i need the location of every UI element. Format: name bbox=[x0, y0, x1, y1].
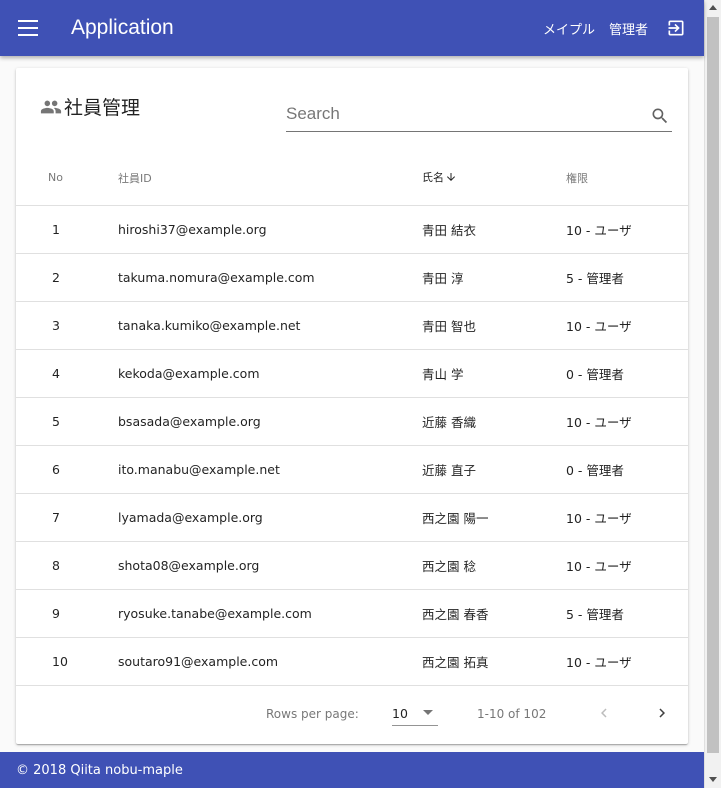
search-input[interactable] bbox=[286, 98, 636, 130]
cell-employee-id: shota08@example.org bbox=[118, 541, 422, 590]
page-title: 社員管理 bbox=[64, 97, 141, 119]
scroll-down-icon[interactable] bbox=[709, 777, 717, 782]
header-name-label: 氏名 bbox=[422, 171, 444, 185]
cell-employee-id: ryosuke.tanabe@example.com bbox=[118, 589, 422, 638]
arrow-down-icon bbox=[445, 171, 457, 186]
nav-admin-link[interactable]: 管理者 bbox=[609, 19, 648, 38]
menu-button[interactable] bbox=[0, 0, 56, 56]
page-range: 1-10 of 102 bbox=[477, 707, 547, 721]
cell-role: 5 - 管理者 bbox=[566, 253, 688, 302]
page-footer: © 2018 Qiita nobu-maple bbox=[0, 752, 704, 788]
pagination: Rows per page: 10 1-10 of 102 bbox=[16, 686, 688, 742]
table-row[interactable]: 6 ito.manabu@example.net 近藤 直子 0 - 管理者 bbox=[16, 445, 688, 494]
header-role[interactable]: 権限 bbox=[566, 151, 688, 206]
cell-employee-id: kekoda@example.com bbox=[118, 349, 422, 398]
logout-icon bbox=[668, 20, 684, 36]
scroll-thumb[interactable] bbox=[707, 17, 719, 753]
cell-name: 西之園 陽一 bbox=[422, 493, 566, 542]
cell-no: 6 bbox=[16, 445, 118, 494]
cell-role: 10 - ユーザ bbox=[566, 541, 688, 590]
cell-employee-id: hiroshi37@example.org bbox=[118, 205, 422, 254]
cell-employee-id: tanaka.kumiko@example.net bbox=[118, 301, 422, 350]
employee-card: 社員管理 No 社員ID 氏名 権限 1hiroshi37@example.or… bbox=[16, 68, 688, 744]
cell-role: 0 - 管理者 bbox=[566, 445, 688, 494]
cell-name: 西之園 拓真 bbox=[422, 637, 566, 686]
cell-no: 1 bbox=[16, 205, 118, 254]
search-field bbox=[286, 98, 672, 132]
cell-no: 3 bbox=[16, 301, 118, 350]
cell-employee-id: takuma.nomura@example.com bbox=[118, 253, 422, 302]
table-header-row: No 社員ID 氏名 権限 bbox=[16, 151, 688, 206]
cell-role: 10 - ユーザ bbox=[566, 301, 688, 350]
cell-no: 10 bbox=[16, 637, 118, 686]
table-row[interactable]: 9 ryosuke.tanabe@example.com 西之園 春香 5 - 管理者 bbox=[16, 589, 688, 638]
cell-role: 5 - 管理者 bbox=[566, 589, 688, 638]
cell-name: 青田 結衣 bbox=[422, 205, 566, 254]
search-icon[interactable] bbox=[650, 106, 670, 130]
cell-name: 西之園 稔 bbox=[422, 541, 566, 590]
cell-no: 2 bbox=[16, 253, 118, 302]
table-row[interactable]: 10 soutaro91@example.com 西之園 拓真 10 - ユーザ bbox=[16, 637, 688, 686]
header-no[interactable]: No bbox=[16, 151, 118, 206]
rows-per-page-label: Rows per page: bbox=[266, 707, 359, 721]
people-icon bbox=[40, 96, 62, 118]
header-id[interactable]: 社員ID bbox=[118, 151, 422, 206]
scroll-up-icon[interactable] bbox=[709, 5, 717, 10]
cell-no: 7 bbox=[16, 493, 118, 542]
cell-role: 10 - ユーザ bbox=[566, 205, 688, 254]
cell-role: 10 - ユーザ bbox=[566, 637, 688, 686]
cell-name: 青田 淳 bbox=[422, 253, 566, 302]
table-row[interactable]: 5 bsasada@example.org 近藤 香織 10 - ユーザ bbox=[16, 397, 688, 446]
cell-employee-id: lyamada@example.org bbox=[118, 493, 422, 542]
header-name[interactable]: 氏名 bbox=[422, 151, 566, 206]
table-row[interactable]: 1 hiroshi37@example.org 青田 結衣 10 - ユーザ bbox=[16, 205, 688, 254]
app-bar: Application メイプル 管理者 bbox=[0, 0, 704, 56]
cell-no: 4 bbox=[16, 349, 118, 398]
header-id-label: 社員ID bbox=[118, 171, 152, 185]
cell-role: 10 - ユーザ bbox=[566, 397, 688, 446]
cell-no: 9 bbox=[16, 589, 118, 638]
cell-name: 近藤 香織 bbox=[422, 397, 566, 446]
cell-name: 近藤 直子 bbox=[422, 445, 566, 494]
card-title: 社員管理 bbox=[40, 93, 140, 120]
copyright-text: © 2018 Qiita nobu-maple bbox=[16, 762, 183, 778]
dropdown-arrow-icon bbox=[423, 710, 433, 715]
rows-per-page-value: 10 bbox=[392, 706, 408, 721]
table-row[interactable]: 8 shota08@example.org 西之園 稔 10 - ユーザ bbox=[16, 541, 688, 590]
cell-name: 西之園 春香 bbox=[422, 589, 566, 638]
chevron-left-icon bbox=[601, 708, 607, 718]
previous-page-button[interactable] bbox=[591, 700, 617, 726]
cell-employee-id: ito.manabu@example.net bbox=[118, 445, 422, 494]
rows-per-page-select[interactable]: 10 bbox=[392, 698, 438, 726]
cell-name: 青田 智也 bbox=[422, 301, 566, 350]
cell-name: 青山 学 bbox=[422, 349, 566, 398]
logout-button[interactable] bbox=[662, 14, 690, 42]
cell-role: 0 - 管理者 bbox=[566, 349, 688, 398]
cell-employee-id: bsasada@example.org bbox=[118, 397, 422, 446]
table-row[interactable]: 4 kekoda@example.com 青山 学0 - 管理者 bbox=[16, 349, 688, 398]
cell-no: 8 bbox=[16, 541, 118, 590]
header-role-label: 権限 bbox=[566, 171, 588, 185]
cell-role: 10 - ユーザ bbox=[566, 493, 688, 542]
cell-employee-id: soutaro91@example.com bbox=[118, 637, 422, 686]
cell-no: 5 bbox=[16, 397, 118, 446]
table-row[interactable]: 7 lyamada@example.org 西之園 陽一 10 - ユーザ bbox=[16, 493, 688, 542]
scrollbar[interactable] bbox=[704, 0, 721, 788]
nav-maple-link[interactable]: メイプル bbox=[543, 19, 595, 38]
chevron-right-icon bbox=[659, 708, 665, 718]
header-no-label: No bbox=[48, 171, 63, 185]
menu-icon bbox=[18, 20, 38, 36]
employee-table: No 社員ID 氏名 権限 1 hiroshi37@example.org 青田 結… bbox=[16, 151, 688, 686]
table-row[interactable]: 3 tanaka.kumiko@example.net 青田 智也 10 - ユーザ bbox=[16, 301, 688, 350]
app-title: Application bbox=[71, 16, 174, 39]
table-row[interactable]: 2 takuma.nomura@example.com 青田 淳5 - 管理者 bbox=[16, 253, 688, 302]
next-page-button[interactable] bbox=[649, 700, 675, 726]
